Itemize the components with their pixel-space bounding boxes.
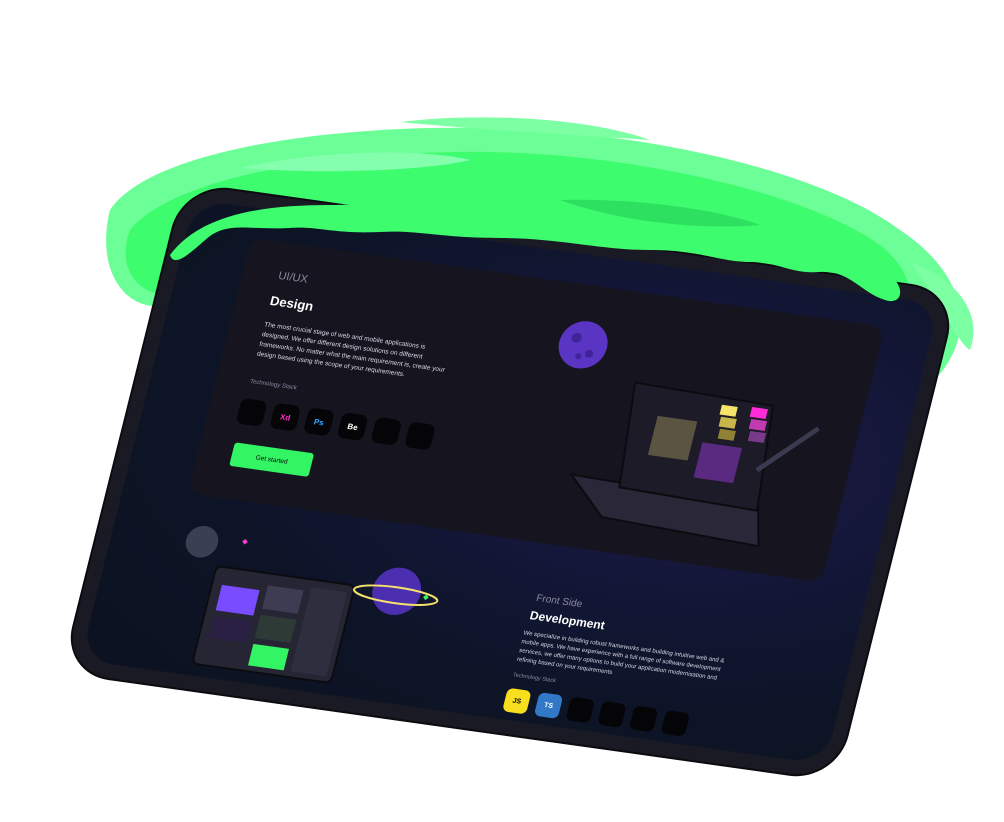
design-category-label: UI/UX [277,269,310,286]
ringed-planet-icon [353,567,439,615]
angular-icon [660,709,691,737]
development-description: We specialize in building robust framewo… [516,630,725,682]
development-tools-row: JS TS [502,687,691,737]
moon-icon [185,525,219,558]
development-category-label: Front Side [535,592,584,611]
figma-icon [370,416,403,446]
tablet-screen: UI/UX Design The most crucial stage of w… [80,199,940,765]
development-illustration [185,525,439,684]
sketch-icon [235,397,268,427]
design-tech-stack-label: Technology Stack [249,378,298,392]
design-card: UI/UX Design The most crucial stage of w… [187,237,885,583]
design-tools-row: Xd Ps Be [235,397,437,451]
get-started-button[interactable]: Get started [229,442,315,477]
framer-icon [403,421,437,451]
mariadb-icon [565,696,596,724]
promo-stage: UI/UX Design The most crucial stage of w… [0,0,1004,822]
photoshop-icon: Ps [302,407,336,437]
development-title: Development [528,608,607,633]
design-title: Design [268,293,316,314]
design-description: The most crucial stage of web and mobile… [256,321,446,379]
development-tech-stack-label: Technology Stack [512,672,557,685]
react-icon [597,701,627,728]
design-tablet-icon [569,381,820,548]
javascript-icon: JS [502,687,532,715]
laptop-icon [192,565,355,684]
design-illustration [558,321,820,548]
adobe-xd-icon: Xd [269,402,302,432]
flutter-icon [628,705,659,733]
typescript-icon: TS [533,692,564,719]
behance-icon: Be [336,412,369,442]
purple-planet-icon [558,321,608,369]
